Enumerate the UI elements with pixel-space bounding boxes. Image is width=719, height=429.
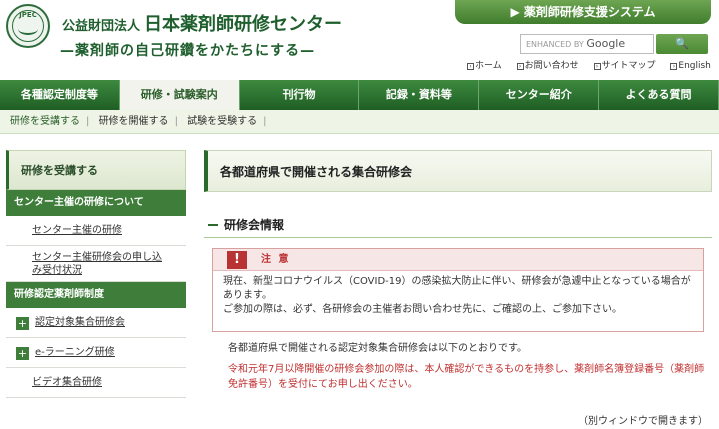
new-window-note: （別ウィンドウで開きます） — [578, 416, 708, 427]
logo-text: JPEC — [19, 11, 37, 19]
subnav-exam[interactable]: 試験を受験する — [187, 116, 257, 127]
notice-header: ! 注 意 — [213, 249, 703, 271]
sidebar-item-elearning[interactable]: + e-ラーニング研修 — [6, 338, 186, 368]
sidebar-heading: 研修を受講する — [6, 150, 186, 190]
nav-training[interactable]: 研修・試験案内 — [119, 80, 240, 110]
main-nav: 各種認定制度等 研修・試験案内 刊行物 記録・資料等 センター紹介 よくある質問 — [0, 80, 719, 110]
search-icon: 🔍 — [675, 37, 689, 50]
nav-publications[interactable]: 刊行物 — [240, 80, 360, 110]
support-system-button[interactable]: ▶ 薬剤師研修支援システム — [455, 0, 711, 24]
search-placeholder: ENHANCED BY — [526, 40, 584, 49]
sidebar: 研修を受講する センター主催の研修について センター主催の研修 センター主催研修… — [6, 150, 186, 429]
sidebar-category-center: センター主催の研修について — [6, 190, 186, 216]
section-title: 研修会情報 — [204, 212, 712, 238]
intro-text: 各都道府県で開催される認定対象集合研修会は以下のとおりです。 — [228, 343, 527, 354]
slogan: —薬剤師の自己研鑽をかたちにする— — [60, 43, 316, 59]
search-button[interactable]: 🔍 — [656, 34, 708, 54]
arrow-box-icon: › — [593, 63, 601, 70]
arrow-box-icon: › — [670, 63, 678, 70]
english-link[interactable]: › English — [670, 61, 717, 71]
nav-about[interactable]: センター紹介 — [479, 80, 600, 110]
utility-links: › ホーム › お問い合わせ › サイトマップ › English — [467, 58, 719, 71]
page-title: 各都道府県で開催される集合研修会 — [204, 150, 712, 192]
leaf-icon — [18, 23, 38, 35]
sitemap-link[interactable]: › サイトマップ — [593, 61, 662, 71]
nav-records[interactable]: 記録・資料等 — [359, 80, 480, 110]
main-content: 各都道府県で開催される集合研修会 研修会情報 ! 注 意 現在、新型コロナウイル… — [204, 150, 712, 429]
nav-faq[interactable]: よくある質問 — [599, 80, 719, 110]
plus-icon[interactable]: + — [16, 347, 29, 360]
org-prefix: 公益財団法人 — [62, 19, 141, 34]
section-bar-icon — [208, 224, 218, 226]
google-brand: Google — [586, 37, 626, 50]
arrow-box-icon: › — [516, 63, 524, 70]
sidebar-category-certified: 研修認定薬剤師制度 — [6, 282, 186, 308]
sub-nav: 研修を受講する | 研修を開催する | 試験を受験する | — [0, 110, 719, 134]
arrow-box-icon: › — [467, 63, 474, 70]
org-main-name: 日本薬剤師研修センター — [144, 14, 343, 35]
plus-icon[interactable]: + — [16, 317, 29, 330]
sidebar-item-center-training[interactable]: センター主催の研修 — [6, 216, 186, 246]
organization-name[interactable]: 公益財団法人 日本薬剤師研修センター — [62, 10, 342, 36]
search-input[interactable]: ENHANCED BY Google — [520, 34, 654, 54]
nav-certification[interactable]: 各種認定制度等 — [0, 80, 120, 110]
sidebar-item-video-training[interactable]: ビデオ集合研修 — [6, 368, 186, 398]
sidebar-item-application-status[interactable]: センター主催研修会の申し込 み受付状況 — [6, 246, 186, 282]
notice-box: ! 注 意 現在、新型コロナウイルス（COVID-19）の感染拡大防止に伴い、研… — [212, 248, 704, 332]
sidebar-item-group-training[interactable]: + 認定対象集合研修会 — [6, 308, 186, 338]
notice-body: 現在、新型コロナウイルス（COVID-19）の感染拡大防止に伴い、研修会が急遽中… — [223, 276, 691, 315]
notice-title: 注 意 — [261, 254, 291, 265]
contact-link[interactable]: › お問い合わせ — [516, 61, 585, 71]
site-header: JPEC 公益財団法人 日本薬剤師研修センター —薬剤師の自己研鑽をかたちにする—… — [0, 0, 719, 80]
home-link[interactable]: › ホーム — [467, 61, 508, 71]
subnav-host[interactable]: 研修を開催する — [99, 116, 169, 127]
warning-icon: ! — [227, 251, 247, 269]
subnav-attend[interactable]: 研修を受講する — [10, 116, 80, 127]
jpec-logo[interactable]: JPEC — [6, 4, 50, 48]
id-requirement-note: 令和元年7月以降開催の研修会参加の際は、本人確認ができるものを持参し、薬剤師名簿… — [228, 364, 705, 390]
